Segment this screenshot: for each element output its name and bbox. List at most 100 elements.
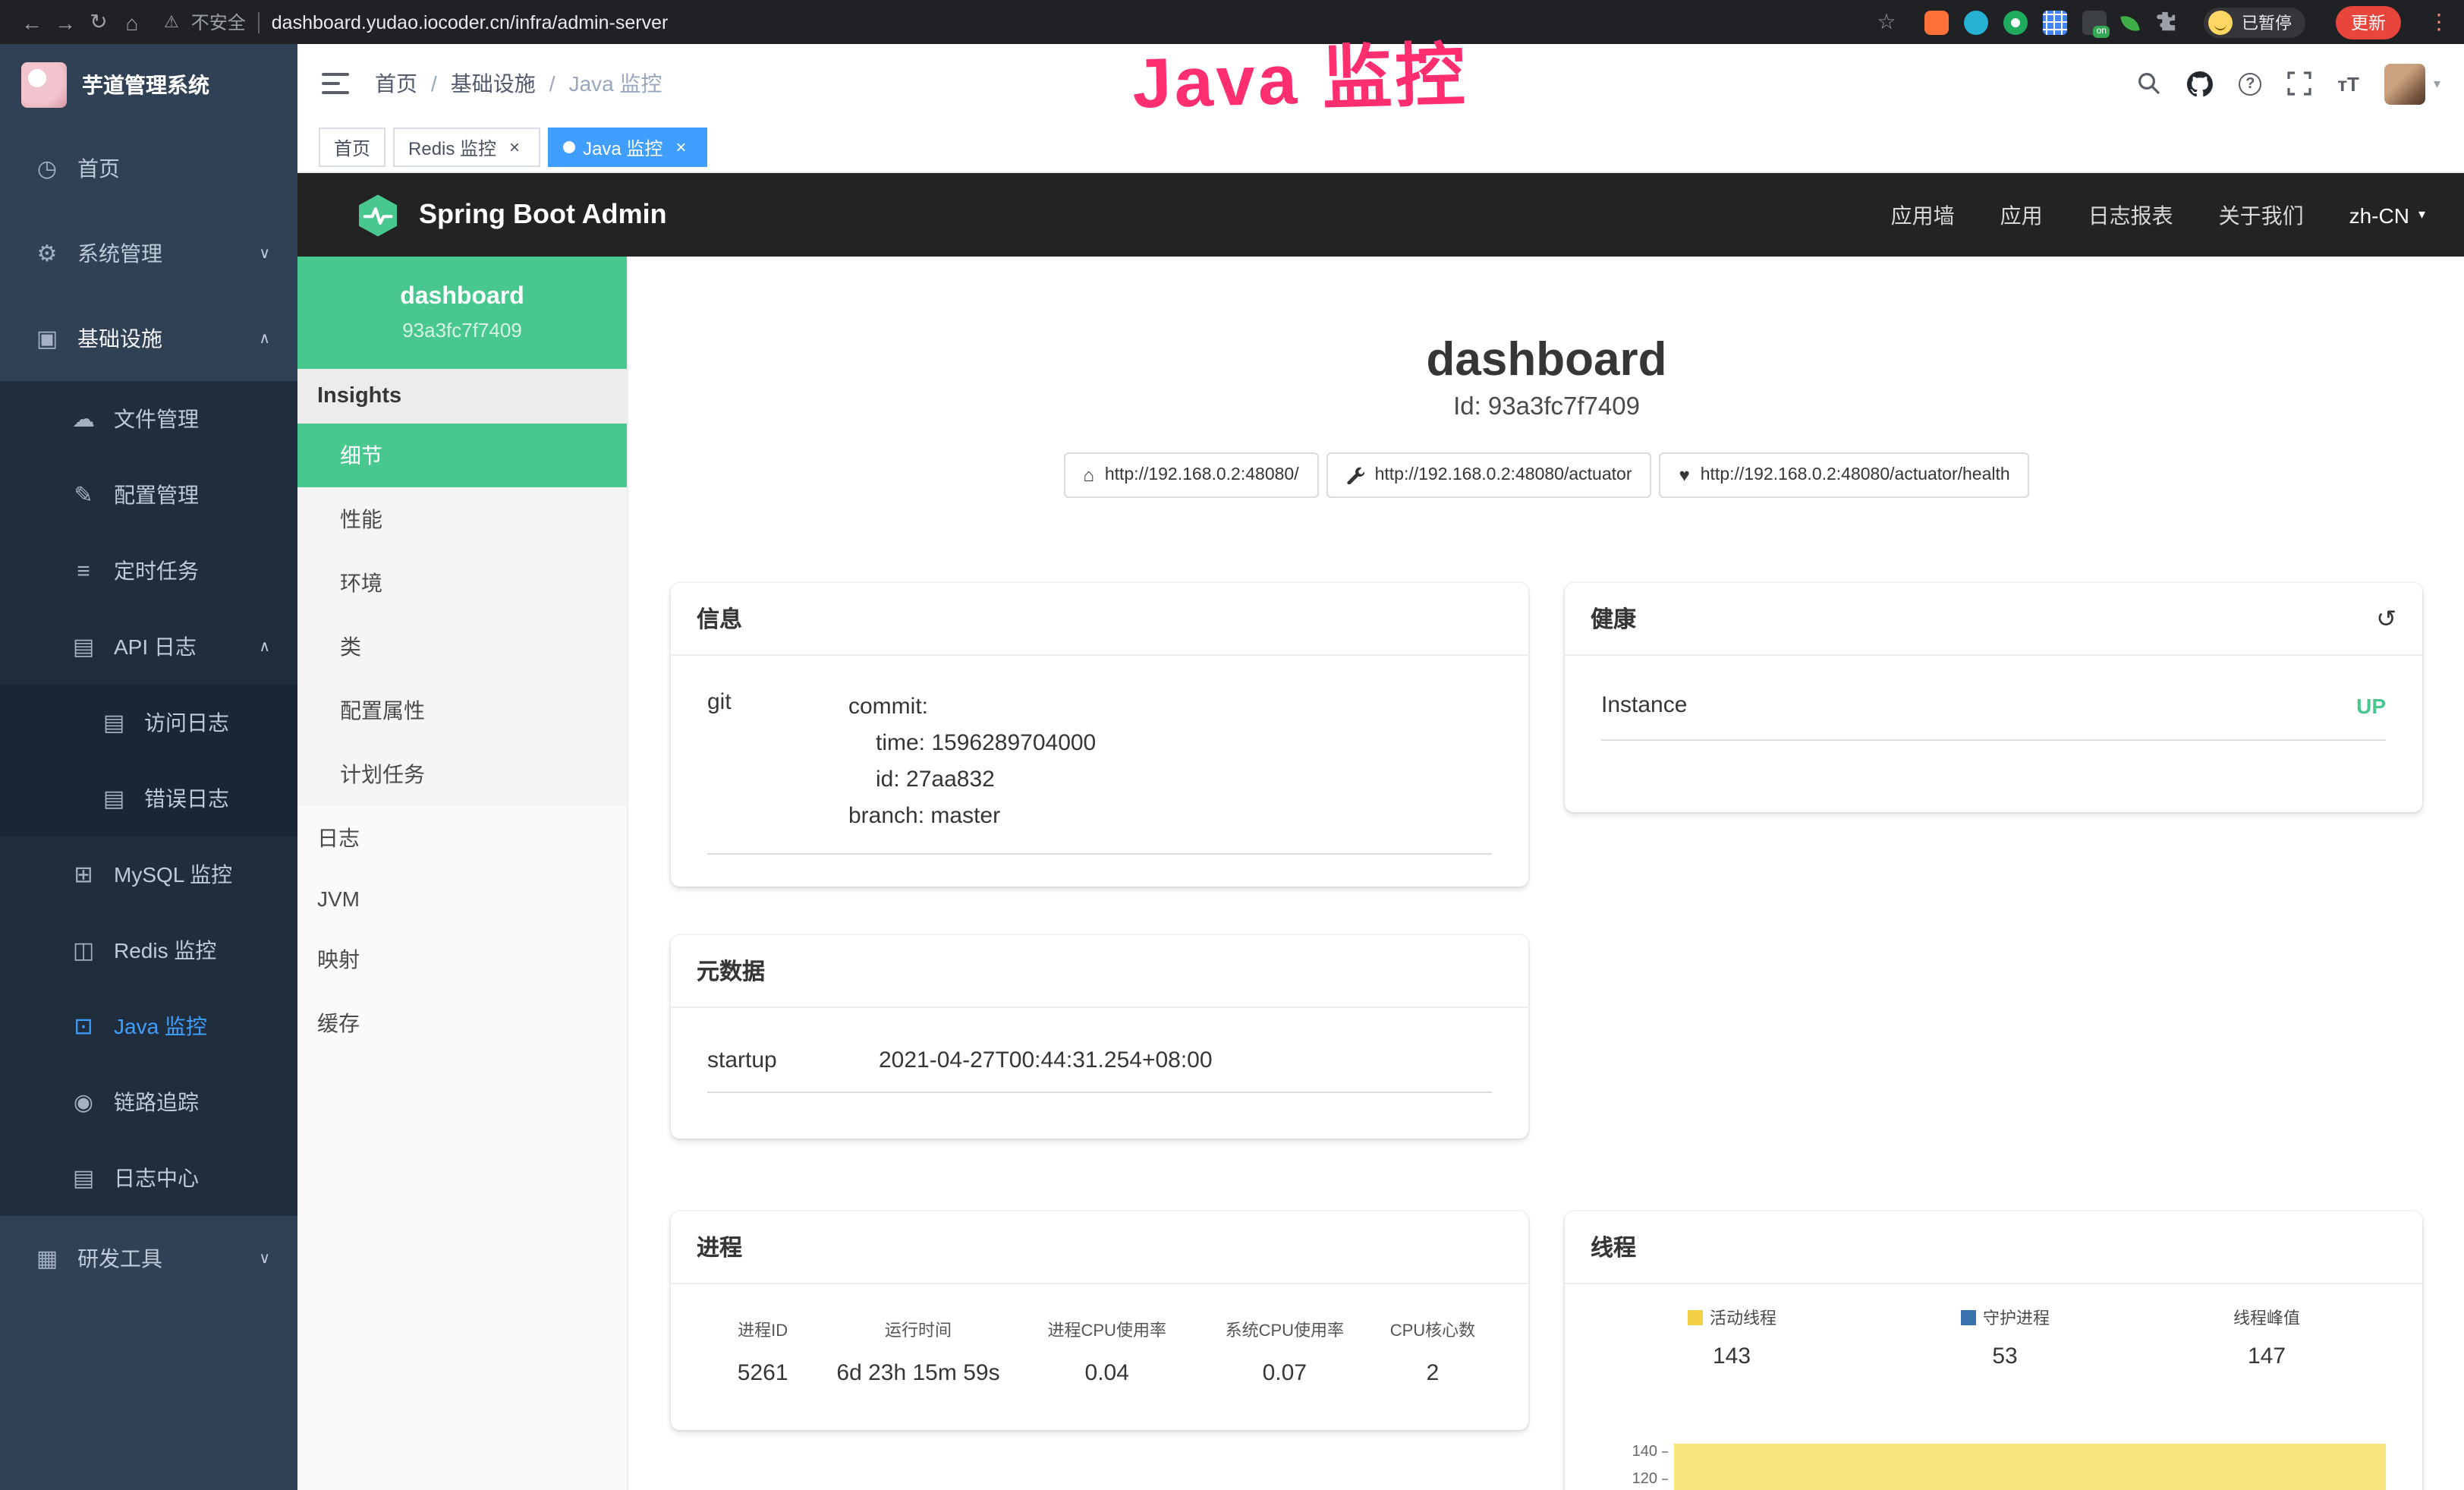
browser-forward-icon[interactable]: → [49, 5, 82, 39]
sba-nav-applications[interactable]: 应用 [2000, 200, 2043, 230]
sba-sidebar-item-configprops[interactable]: 配置属性 [297, 679, 627, 742]
service-url-link[interactable]: ⌂ http://192.168.0.2:48080/ [1063, 452, 1318, 498]
sidebar-item-mysql[interactable]: ⊞ MySQL 监控 [0, 836, 297, 912]
sba-sidebar-item-logs[interactable]: 日志 [297, 806, 627, 870]
browser-back-icon[interactable]: ← [15, 5, 49, 39]
extensions-puzzle-icon[interactable] [2154, 11, 2176, 33]
tab-home[interactable]: 首页 [319, 128, 385, 167]
sidebar-item-java[interactable]: ⊡ Java 监控 [0, 988, 297, 1064]
sba-nav-wallboard[interactable]: 应用墙 [1891, 200, 1955, 230]
browser-extensions: ☆ on 已暂停 更新 ⋮ [1870, 5, 2450, 39]
actuator-url-link[interactable]: http://192.168.0.2:48080/actuator [1326, 452, 1652, 498]
browser-update-button[interactable]: 更新 [2336, 5, 2401, 39]
list-icon: ≡ [70, 558, 97, 584]
hamburger-icon[interactable] [322, 68, 352, 99]
sba-nav-links: 应用墙 应用 日志报表 关于我们 zh-CN ▾ [1891, 200, 2425, 230]
health-url-link[interactable]: ♥ http://192.168.0.2:48080/actuator/heal… [1660, 452, 2030, 498]
sba-instance-header[interactable]: dashboard 93a3fc7f7409 [297, 257, 627, 369]
card-title: 信息 [697, 603, 742, 635]
browser-menu-icon[interactable]: ⋮ [2428, 9, 2450, 35]
legend-label: 活动线程 [1710, 1306, 1776, 1330]
legend-value: 143 [1713, 1344, 1751, 1369]
sba-sidebar-item-scheduledtasks[interactable]: 计划任务 [297, 742, 627, 806]
security-warning-icon[interactable]: ⚠ [164, 12, 179, 32]
tab-label: Java 监控 [583, 134, 662, 160]
git-time-line: time: 1596289704000 [848, 726, 1096, 762]
sba-sidebar-item-classes[interactable]: 类 [297, 615, 627, 679]
sba-nav-about[interactable]: 关于我们 [2219, 200, 2304, 230]
app-window: 芋道管理系统 ◷ 首页 ⚙ 系统管理 ∨ ▣ 基础设施 ∧ ☁ 文件管理 ✎ [0, 44, 2464, 1490]
tab-redis[interactable]: Redis 监控 × [393, 128, 540, 167]
bookmark-star-icon[interactable]: ☆ [1870, 5, 1903, 39]
extension-drop-icon[interactable] [1964, 10, 1988, 34]
fullscreen-icon[interactable] [2287, 71, 2311, 96]
sba-brand[interactable]: Spring Boot Admin [355, 192, 667, 238]
address-bar[interactable]: ⚠ 不安全 dashboard.yudao.iocoder.cn/infra/a… [164, 9, 1870, 35]
sidebar-item-redis[interactable]: ◫ Redis 监控 [0, 912, 297, 988]
instance-id-line: Id: 93a3fc7f7409 [671, 393, 2422, 422]
sidebar-item-label: 配置管理 [114, 480, 199, 510]
caret-down-icon: ▾ [2418, 206, 2425, 223]
sidebar-item-label: MySQL 监控 [114, 859, 232, 890]
sba-sidebar-item-jvm[interactable]: JVM [297, 870, 627, 928]
security-label[interactable]: 不安全 [191, 9, 246, 35]
extension-green-icon[interactable] [2003, 10, 2028, 34]
metadata-card-body: startup 2021-04-27T00:44:31.254+08:00 [671, 1008, 1528, 1129]
breadcrumb-infra[interactable]: 基础设施 [451, 68, 536, 99]
app-logo-row[interactable]: 芋道管理系统 [0, 44, 297, 126]
sidebar-item-log-center[interactable]: ▤ 日志中心 [0, 1140, 297, 1216]
close-icon[interactable]: × [504, 137, 525, 158]
sidebar-item-infra[interactable]: ▣ 基础设施 ∧ [0, 296, 297, 381]
extension-leaf-icon[interactable] [2120, 14, 2139, 33]
sidebar-item-system[interactable]: ⚙ 系统管理 ∨ [0, 211, 297, 296]
tab-java[interactable]: Java 监控 × [548, 128, 706, 167]
sidebar-item-error-log[interactable]: ▤ 错误日志 [0, 761, 297, 836]
instance-links: ⌂ http://192.168.0.2:48080/ http://192.1… [671, 452, 2422, 498]
browser-reload-icon[interactable]: ↻ [82, 5, 115, 39]
sidebar-item-jobs[interactable]: ≡ 定时任务 [0, 533, 297, 609]
github-icon[interactable] [2187, 71, 2213, 96]
extension-orange-icon[interactable] [1924, 10, 1949, 34]
user-menu[interactable]: ▾ [2385, 63, 2440, 104]
chevron-down-icon: ∨ [259, 245, 270, 262]
help-icon[interactable]: ? [2239, 72, 2261, 95]
close-icon[interactable]: × [670, 137, 691, 158]
browser-home-icon[interactable]: ⌂ [115, 5, 149, 39]
sidebar-item-api-log[interactable]: ▤ API 日志 ∧ [0, 609, 297, 685]
sidebar-item-files[interactable]: ☁ 文件管理 [0, 381, 297, 457]
chevron-up-icon: ∧ [259, 330, 270, 347]
extension-switch-icon[interactable]: on [2082, 10, 2107, 34]
sba-sidebar-item-caches[interactable]: 缓存 [297, 991, 627, 1055]
font-size-icon[interactable]: тT [2337, 72, 2359, 95]
sba-brand-label: Spring Boot Admin [419, 199, 667, 231]
url-text[interactable]: dashboard.yudao.iocoder.cn/infra/admin-s… [272, 11, 669, 33]
extension-grid-icon[interactable] [2043, 10, 2067, 34]
browser-toolbar: ← → ↻ ⌂ ⚠ 不安全 dashboard.yudao.iocoder.cn… [0, 0, 2464, 44]
sidebar-item-access-log[interactable]: ▤ 访问日志 [0, 685, 297, 761]
instance-id: 93a3fc7f7409 [310, 319, 615, 342]
breadcrumb-home[interactable]: 首页 [375, 68, 417, 99]
health-card-body: Instance UP [1565, 656, 2422, 777]
sba-sidebar-item-metrics[interactable]: 性能 [297, 487, 627, 551]
sba-sidebar-item-mappings[interactable]: 映射 [297, 928, 627, 991]
sidebar-item-config[interactable]: ✎ 配置管理 [0, 457, 297, 533]
history-icon[interactable]: ↺ [2376, 603, 2396, 634]
sba-nav-journal[interactable]: 日志报表 [2088, 200, 2173, 230]
sba-sidebar-item-details[interactable]: 细节 [297, 424, 627, 487]
profile-chip[interactable]: 已暂停 [2204, 7, 2305, 37]
git-branch-line: branch: master [848, 799, 1096, 835]
sidebar-item-devtools[interactable]: ▦ 研发工具 ∨ [0, 1216, 297, 1301]
process-card-header: 进程 [671, 1211, 1528, 1284]
health-instance-row: Instance UP [1601, 680, 2386, 741]
sba-frame: Spring Boot Admin 应用墙 应用 日志报表 关于我们 zh-CN… [297, 173, 2464, 1490]
breadcrumb: 首页 / 基础设施 / Java 监控 [375, 68, 662, 99]
sidebar-item-home[interactable]: ◷ 首页 [0, 126, 297, 211]
service-url: http://192.168.0.2:48080/ [1105, 466, 1299, 484]
threads-card-header: 线程 [1565, 1211, 2422, 1284]
sba-sidebar-item-environment[interactable]: 环境 [297, 551, 627, 615]
legend-value: 147 [2248, 1344, 2286, 1369]
sba-locale-select[interactable]: zh-CN ▾ [2349, 203, 2425, 227]
search-icon[interactable] [2137, 71, 2161, 96]
sidebar-item-tracing[interactable]: ◉ 链路追踪 [0, 1064, 297, 1140]
edit-icon: ✎ [70, 481, 97, 509]
